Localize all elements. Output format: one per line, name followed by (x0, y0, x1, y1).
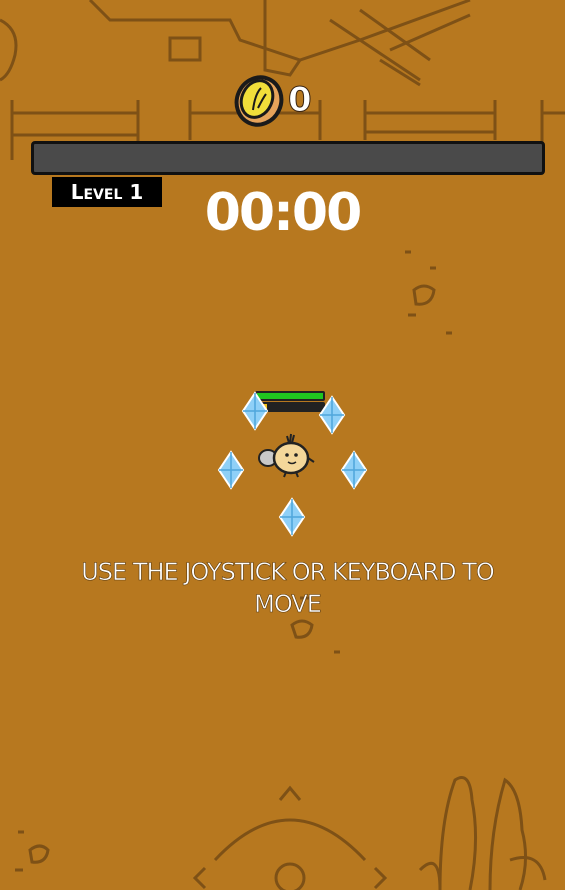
coin-icon (234, 75, 284, 127)
orbiting-gem-right (340, 450, 368, 490)
coin-count: 0 (288, 80, 313, 121)
player-character (258, 433, 315, 478)
orbiting-gem-left (217, 450, 245, 490)
orbiting-gem-bottom (278, 497, 306, 537)
survival-timer: 00:00 (204, 183, 363, 243)
experience-bar (31, 141, 545, 175)
orbiting-gem-top-right (318, 395, 346, 435)
orbiting-gem-top-left (241, 391, 269, 431)
movement-hint: USE THE JOYSTICK OR KEYBOARD TO MOVE (81, 558, 495, 619)
